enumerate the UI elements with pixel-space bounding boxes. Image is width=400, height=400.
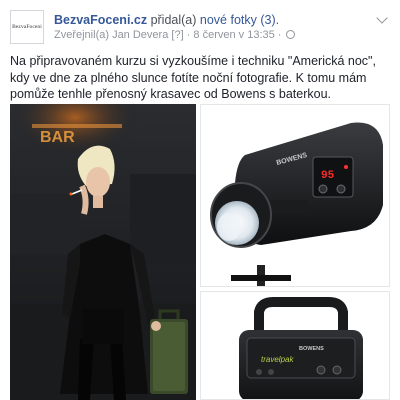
pack-model: travelpak — [261, 355, 294, 364]
bowens-flash-head-photo[interactable]: BOWENS 95 — [200, 104, 390, 287]
post-meta: Zveřejnil(a) Jan Devera [?] · 8 červen v… — [54, 29, 295, 41]
facebook-post: BezvaFoceni BezvaFoceni.cz přidal(a) nov… — [0, 0, 400, 400]
author-line: BezvaFoceni.cz přidal(a) nové fotky (3). — [54, 13, 279, 27]
post-date[interactable]: 8 červen v 13:35 — [193, 29, 274, 41]
woman-photo-art: BAR — [10, 104, 196, 400]
woman-with-cigarette-photo[interactable]: BAR — [10, 104, 196, 400]
post-header: BezvaFoceni BezvaFoceni.cz přidal(a) nov… — [10, 10, 390, 46]
page-avatar[interactable]: BezvaFoceni — [10, 10, 44, 44]
meta-separator: · — [183, 29, 194, 41]
photo-grid: BAR BOWENS 95 BOWENS travelpak — [10, 104, 400, 400]
pack-brand: BOWENS — [299, 346, 324, 352]
bowens-battery-pack-photo[interactable]: BOWENS travelpak — [200, 291, 390, 400]
neon-text: BAR — [40, 129, 75, 146]
action-text: přidal(a) — [147, 13, 200, 27]
avatar-logo-text: BezvaFoceni — [12, 24, 42, 30]
published-by[interactable]: Zveřejnil(a) Jan Devera — [54, 29, 168, 41]
meta-separator-2: · — [274, 29, 285, 41]
post-text: Na připravovaném kurzu si vyzkoušíme i t… — [10, 54, 376, 101]
help-marker[interactable]: [?] — [171, 29, 183, 41]
flash-display: 95 — [321, 170, 335, 182]
chevron-down-icon[interactable] — [376, 12, 388, 24]
globe-icon[interactable] — [285, 30, 295, 39]
new-photos-link[interactable]: nové fotky (3). — [200, 13, 279, 27]
flash-head-art: BOWENS 95 — [210, 122, 383, 286]
battery-pack-art: BOWENS travelpak — [239, 297, 363, 399]
author-link[interactable]: BezvaFoceni.cz — [54, 13, 147, 27]
